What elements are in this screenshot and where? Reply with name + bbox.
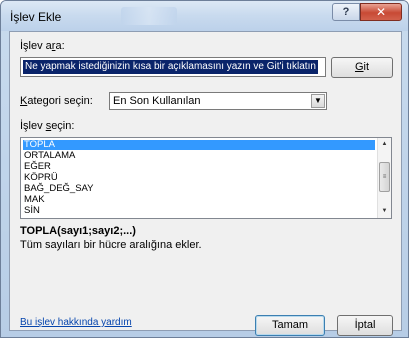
search-label: İşlev ara:: [20, 40, 65, 52]
chevron-down-icon[interactable]: ▼: [311, 94, 325, 108]
list-item[interactable]: BAĞ_DEĞ_SAY: [23, 184, 375, 194]
list-item[interactable]: TOPLA: [23, 140, 375, 150]
insert-function-dialog: İşlev Ekle ? ✕ İşlev ara: Ne yapmak iste…: [0, 0, 409, 338]
function-list-label: İşlev seçin:: [20, 120, 75, 132]
category-label: Kategori seçin:: [20, 95, 93, 107]
function-syntax: TOPLA(sayı1;sayı2;...): [20, 225, 136, 237]
cancel-button[interactable]: İptal: [337, 315, 393, 336]
search-input[interactable]: Ne yapmak istediğinizin kısa bir açıklam…: [20, 57, 326, 77]
function-description: Tüm sayıları bir hücre aralığına ekler.: [20, 239, 202, 251]
dialog-body: İşlev ara: Ne yapmak istediğinizin kısa …: [9, 31, 402, 336]
list-item[interactable]: EĞER: [23, 162, 375, 172]
list-item[interactable]: MAK: [23, 195, 375, 205]
scroll-down-icon[interactable]: ▼: [378, 205, 391, 218]
list-scrollbar[interactable]: ▲ ≡ ▼: [377, 138, 391, 218]
category-selected-value: En Son Kullanılan: [113, 95, 201, 107]
ok-button[interactable]: Tamam: [255, 315, 325, 336]
help-button[interactable]: ?: [332, 3, 360, 21]
function-listbox[interactable]: TOPLA ORTALAMA EĞER KÖPRÜ BAĞ_DEĞ_SAY MA…: [20, 137, 392, 219]
category-select[interactable]: En Son Kullanılan ▼: [109, 92, 327, 110]
scroll-up-icon[interactable]: ▲: [378, 138, 391, 151]
title-bar-decoration: [121, 7, 177, 25]
scroll-thumb[interactable]: ≡: [379, 162, 390, 192]
title-bar[interactable]: İşlev Ekle ? ✕: [1, 1, 408, 31]
list-item[interactable]: SİN: [23, 206, 375, 216]
dialog-title: İşlev Ekle: [10, 10, 62, 24]
close-button[interactable]: ✕: [360, 3, 402, 21]
list-item[interactable]: KÖPRÜ: [23, 173, 375, 183]
search-input-text: Ne yapmak istediğinizin kısa bir açıklam…: [23, 60, 318, 74]
function-help-link[interactable]: Bu işlev hakkında yardım: [20, 317, 132, 328]
go-button[interactable]: Git: [331, 57, 393, 78]
list-item[interactable]: ORTALAMA: [23, 151, 375, 161]
